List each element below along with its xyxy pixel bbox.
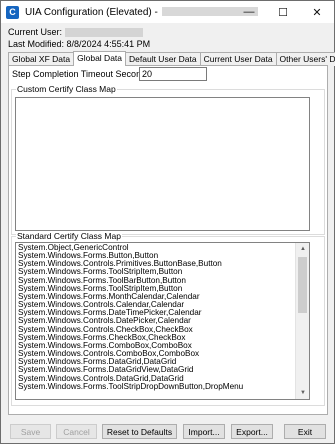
tab-global-xf-data[interactable]: Global XF Data xyxy=(8,52,75,66)
standard-map-scrollbar[interactable]: ▲ ▼ xyxy=(295,243,309,399)
cancel-button[interactable]: Cancel xyxy=(56,424,97,439)
standard-class-map-label: Standard Certify Class Map xyxy=(16,231,122,241)
tab-other-users-data[interactable]: Other Users' Data xyxy=(275,52,335,66)
window-controls: — ☐ ✕ xyxy=(232,1,334,23)
redacted-user-name xyxy=(65,28,144,38)
timeout-input[interactable]: 20 xyxy=(139,67,207,81)
timeout-label: Step Completion Timeout Seconds: xyxy=(12,69,154,79)
tab-strip: Global XF Data Global Data Default User … xyxy=(8,51,335,66)
window-title-text: UIA Configuration (Elevated) - xyxy=(25,6,158,18)
config-window: C UIA Configuration (Elevated) - — ☐ ✕ C… xyxy=(0,0,335,444)
exit-button[interactable]: Exit xyxy=(284,424,326,439)
last-modified-value: 8/8/2024 4:55:41 PM xyxy=(66,39,151,49)
tab-current-user-data[interactable]: Current User Data xyxy=(199,52,277,66)
close-icon[interactable]: ✕ xyxy=(300,1,334,23)
custom-class-map-textarea[interactable] xyxy=(15,97,310,231)
scroll-down-icon[interactable]: ▼ xyxy=(296,387,309,399)
last-modified-row: Last Modified: 8/8/2024 4:55:41 PM xyxy=(8,39,150,49)
save-button[interactable]: Save xyxy=(10,424,51,439)
tab-default-user-data[interactable]: Default User Data xyxy=(125,52,201,66)
last-modified-label: Last Modified: xyxy=(8,39,65,49)
maximize-icon[interactable]: ☐ xyxy=(266,1,300,23)
tab-global-data[interactable]: Global Data xyxy=(73,51,127,66)
scroll-up-icon[interactable]: ▲ xyxy=(296,243,309,255)
app-icon: C xyxy=(6,5,19,19)
export-button[interactable]: Export... xyxy=(231,424,273,439)
window-title: UIA Configuration (Elevated) - xyxy=(25,7,258,18)
reset-to-defaults-button[interactable]: Reset to Defaults xyxy=(102,424,177,439)
standard-class-map-lines: System.Object,GenericControl System.Windo… xyxy=(18,243,296,391)
current-user-row: Current User: xyxy=(8,27,144,38)
minimize-icon[interactable]: — xyxy=(232,1,266,23)
custom-class-map-label: Custom Certify Class Map xyxy=(16,84,117,94)
current-user-label: Current User: xyxy=(8,27,63,37)
scroll-thumb[interactable] xyxy=(298,257,307,313)
import-button[interactable]: Import... xyxy=(183,424,225,439)
title-bar[interactable]: C UIA Configuration (Elevated) - — ☐ ✕ xyxy=(1,1,334,23)
standard-class-map-list[interactable]: System.Object,GenericControl System.Windo… xyxy=(15,242,310,400)
class-map-line: System.Windows.Forms.ToolStripDropDownBu… xyxy=(18,381,244,391)
